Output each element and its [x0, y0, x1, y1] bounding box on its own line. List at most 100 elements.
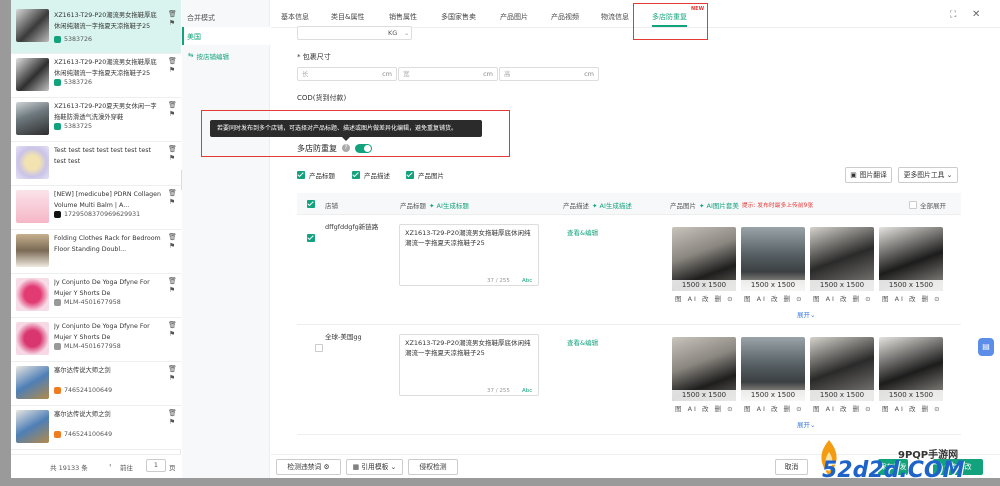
flag-icon[interactable]: ⚑	[168, 374, 176, 383]
product-list-item[interactable]: XZ1613-T29-P20潮流男女拖鞋厚底休闲纯潮流一字拖夏天凉拖鞋子25 5…	[11, 54, 181, 98]
highlight-tab	[633, 3, 708, 40]
total-count: 共 19133 条	[50, 464, 88, 472]
check-banned-words-button[interactable]: 检测违禁词 ⚙	[276, 459, 341, 475]
cancel-button[interactable]: 取消	[775, 459, 808, 475]
trash-icon[interactable]: 🗑	[168, 277, 177, 286]
prev-page-icon[interactable]: ‹	[109, 461, 112, 469]
view-edit-link[interactable]: 查看&编辑	[567, 227, 598, 237]
abc-button[interactable]: Abc	[522, 388, 532, 394]
trash-icon[interactable]: 🗑	[168, 409, 177, 418]
filter-image[interactable]: 产品图片	[406, 170, 444, 180]
product-image[interactable]: 1500 x 1500	[879, 337, 943, 401]
row-checkbox[interactable]	[307, 234, 315, 242]
product-list-item[interactable]: [NEW] [medicube] PDRN Collagen Volume Mu…	[11, 186, 181, 230]
trash-icon[interactable]: 🗑	[168, 57, 177, 66]
image-tools[interactable]: 图 AI 改 删 ⊙	[813, 293, 873, 303]
product-image[interactable]: 1500 x 1500	[879, 227, 943, 291]
title-text: XZ1613-T29-P20潮流男女拖鞋厚底休闲纯潮流一字拖夏天凉拖鞋子25	[405, 339, 531, 357]
image-tools[interactable]: 图 AI 改 删 ⊙	[675, 293, 735, 303]
store-edit-item[interactable]: ⇆ 按店铺编辑	[188, 51, 229, 61]
trash-icon[interactable]: 🗑	[168, 101, 177, 110]
flag-icon[interactable]: ⚑	[168, 330, 176, 339]
product-image[interactable]: 1500 x 1500	[741, 227, 805, 291]
product-list-item[interactable]: Jy Conjunto De Yoga Dfyne For Mujer Y Sh…	[11, 318, 181, 362]
page-input[interactable]: 1	[146, 459, 166, 472]
close-icon[interactable]: ✕	[972, 9, 980, 20]
product-image[interactable]: 1500 x 1500	[672, 337, 736, 401]
flag-icon[interactable]: ⚑	[168, 286, 176, 295]
image-tools[interactable]: 图 AI 改 删 ⊙	[882, 403, 942, 413]
tab-5[interactable]: 产品视频	[551, 7, 579, 27]
product-list-item[interactable]: 塞尔达传说大师之剑 746524100649 🗑 ⚑	[11, 362, 181, 406]
product-image[interactable]: 1500 x 1500	[741, 337, 805, 401]
trash-icon[interactable]: 🗑	[168, 189, 177, 198]
weight-input[interactable]: KG ⌄	[297, 26, 412, 40]
trash-icon[interactable]: 🗑	[168, 233, 177, 242]
expand-all[interactable]: 全部展开	[909, 200, 946, 210]
col-store: 店铺	[325, 202, 338, 210]
filter-desc[interactable]: 产品描述	[352, 170, 390, 180]
product-list-item[interactable]: Folding Clothes Rack for Bedroom Floor S…	[11, 230, 181, 274]
fullscreen-icon[interactable]: ⛶	[950, 10, 956, 20]
flag-icon[interactable]: ⚑	[168, 19, 176, 28]
cite-template-button[interactable]: ▦ 引用模板 ⌄	[346, 459, 403, 475]
translate-image-button[interactable]: ▣ 图片翻译	[845, 167, 892, 183]
abc-button[interactable]: Abc	[522, 278, 532, 284]
infringe-check-button[interactable]: 侵权检测	[408, 459, 458, 475]
flag-icon[interactable]: ⚑	[168, 242, 176, 251]
more-image-tools-button[interactable]: 更多图片工具 ⌄	[898, 167, 958, 183]
product-id: 746524100649	[54, 431, 112, 438]
row-checkbox[interactable]	[315, 344, 323, 352]
expand-link[interactable]: 展开⌄	[797, 309, 815, 319]
tab-6[interactable]: 物流信息	[601, 7, 629, 27]
region-us[interactable]: 美国	[187, 32, 201, 42]
tab-2[interactable]: 销售属性	[389, 7, 417, 27]
image-tools[interactable]: 图 AI 改 删 ⊙	[675, 403, 735, 413]
expand-link[interactable]: 展开⌄	[797, 419, 815, 429]
flag-icon[interactable]: ⚑	[168, 66, 176, 75]
tab-4[interactable]: 产品图片	[500, 7, 528, 27]
product-thumbnail	[16, 190, 49, 223]
product-list-item[interactable]: Test test test test test test test test …	[11, 142, 181, 186]
product-title: Jy Conjunto De Yoga Dfyne For Mujer Y Sh…	[54, 279, 150, 297]
store-menu: 合并模式 美国 ⇆ 按店铺编辑	[182, 0, 270, 478]
image-tools[interactable]: 图 AI 改 删 ⊙	[744, 403, 804, 413]
flag-icon[interactable]: ⚑	[168, 418, 176, 427]
product-image[interactable]: 1500 x 1500	[672, 227, 736, 291]
view-edit-link[interactable]: 查看&编辑	[567, 337, 598, 347]
ai-desc-button[interactable]: ✦ AI生成描述	[592, 200, 632, 210]
select-all-checkbox[interactable]	[307, 200, 315, 208]
trash-icon[interactable]: 🗑	[168, 145, 177, 154]
merge-mode[interactable]: 合并模式	[187, 13, 215, 23]
multi-store-toggle[interactable]	[355, 144, 372, 153]
flag-icon[interactable]: ⚑	[168, 198, 176, 207]
flag-icon[interactable]: ⚑	[168, 110, 176, 119]
trash-icon[interactable]: 🗑	[168, 10, 177, 19]
ai-image-button[interactable]: ✦ AI图片套美	[699, 200, 739, 210]
product-id: 5383725	[54, 123, 92, 130]
product-list-item[interactable]: Jy Conjunto De Yoga Dfyne For Mujer Y Sh…	[11, 274, 181, 318]
product-image[interactable]: 1500 x 1500	[810, 227, 874, 291]
ai-title-button[interactable]: ✦ AI生成标题	[429, 200, 469, 210]
tooltip-arrow	[342, 137, 350, 141]
image-tools[interactable]: 图 AI 改 删 ⊙	[882, 293, 942, 303]
height-input[interactable]: 高 cm	[499, 67, 599, 81]
image-tools[interactable]: 图 AI 改 删 ⊙	[744, 293, 804, 303]
tab-0[interactable]: 基本信息	[281, 7, 309, 27]
product-list-item[interactable]: XZ1613-T29-P20潮流男女拖鞋厚底休闲纯潮流一字拖夏天凉拖鞋子25 5…	[11, 0, 181, 54]
platform-icon	[54, 431, 61, 438]
tab-1[interactable]: 类目&属性	[331, 7, 364, 27]
length-input[interactable]: 长 cm	[297, 67, 397, 81]
product-list-item[interactable]: XZ1613-T29-P20夏天男女休闲一字拖鞋防滑透气洗澡外穿鞋 538372…	[11, 98, 181, 142]
help-icon[interactable]: ?	[342, 144, 350, 152]
product-list-item[interactable]: 塞尔达传说大师之剑 746524100649 🗑 ⚑	[11, 406, 181, 450]
flag-icon[interactable]: ⚑	[168, 154, 176, 163]
filter-title[interactable]: 产品标题	[297, 170, 335, 180]
product-image[interactable]: 1500 x 1500	[810, 337, 874, 401]
float-side-icon[interactable]: ▤	[978, 338, 994, 356]
trash-icon[interactable]: 🗑	[168, 365, 177, 374]
width-input[interactable]: 宽 cm	[398, 67, 498, 81]
tab-3[interactable]: 多国家售卖	[441, 7, 476, 27]
trash-icon[interactable]: 🗑	[168, 321, 177, 330]
image-tools[interactable]: 图 AI 改 删 ⊙	[813, 403, 873, 413]
